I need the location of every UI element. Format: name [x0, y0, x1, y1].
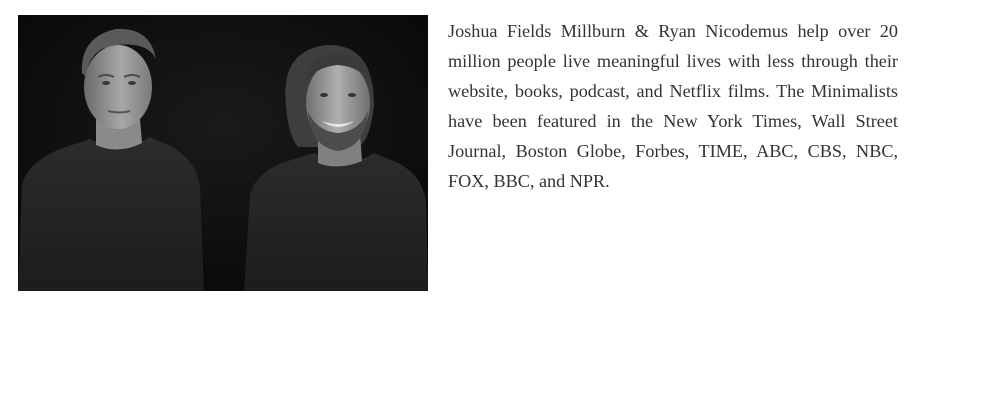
bio-paragraph: Joshua Fields Millburn & Ryan Nicodemus … — [448, 21, 898, 191]
authors-photo — [18, 15, 428, 291]
